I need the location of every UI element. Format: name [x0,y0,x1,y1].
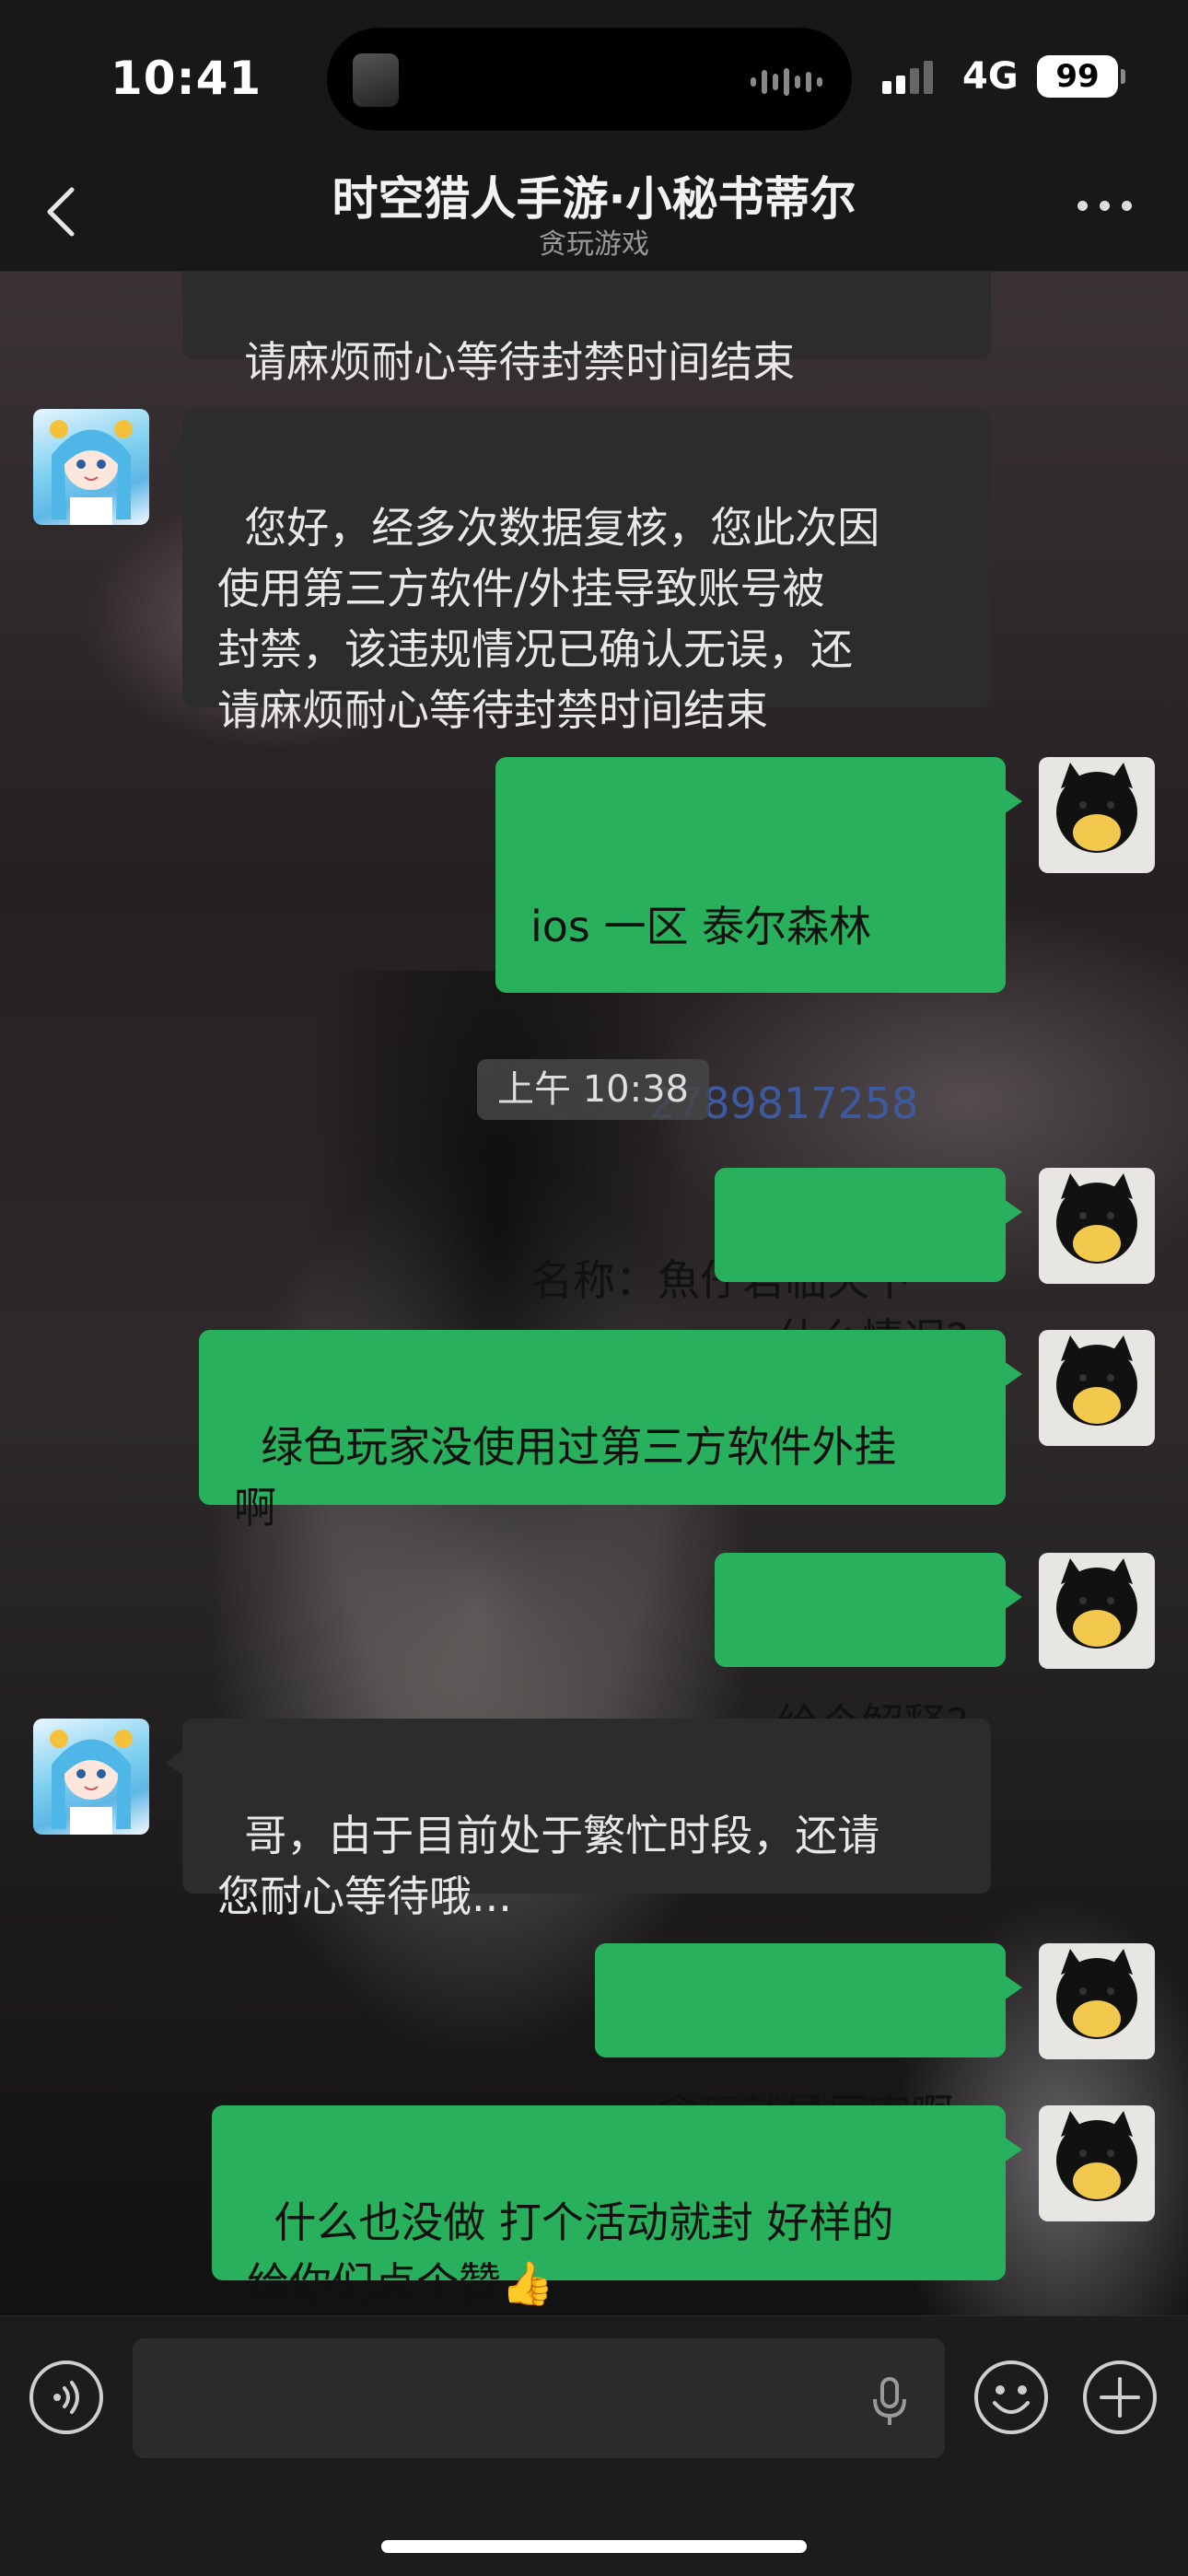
signal-icon [882,61,933,94]
chat-header: 时空猎人手游·小秘书蒂尔 贪玩游戏 [0,157,1188,272]
message-bubble-outgoing[interactable]: ios 一区 泰尔森林 UID：2789817258 名称：魚仔君临天下 [495,757,1022,1305]
network-type: 4G [962,55,1019,98]
user-avatar[interactable] [1039,1168,1155,1284]
dynamic-island[interactable] [327,28,852,131]
user-avatar[interactable] [1039,1943,1155,2059]
status-bar: 10:41 4G 99 [0,0,1188,157]
plus-icon[interactable] [1081,2359,1159,2436]
home-indicator[interactable] [381,2540,807,2553]
message-bubble-incoming[interactable]: 请麻烦耐心等待封禁时间结束 [182,271,991,387]
user-avatar[interactable] [1039,757,1155,873]
message-input[interactable] [133,2338,945,2458]
now-playing-thumbnail [353,53,399,107]
message-bubble-outgoing[interactable]: 给个解释? [715,1553,1022,1749]
emoji-icon[interactable] [973,2359,1050,2436]
user-avatar[interactable] [1039,1553,1155,1669]
more-dots-icon[interactable] [1077,201,1132,211]
message-bubble-incoming[interactable]: 哥，由于目前处于繁忙时段，还请 您耐心等待哦... [166,1719,991,1921]
bot-avatar[interactable] [33,1719,149,1835]
voice-icon[interactable] [28,2359,105,2436]
user-avatar[interactable] [1039,2105,1155,2221]
message-bubble-outgoing[interactable]: 绿色玩家没使用过第三方软件外挂 啊 [199,1330,1022,1533]
bot-avatar[interactable] [33,409,149,525]
message-bubble-outgoing[interactable]: 贪玩就是厉害啊 [595,1943,1022,2139]
status-time: 10:41 [111,52,262,105]
message-bubble-outgoing[interactable]: 什么情况? [715,1168,1022,1364]
message-bubble-outgoing[interactable]: 什么也没做 打个活动就封 好样的 给你们点个赞👍 [212,2105,1022,2308]
message-timestamp: 上午 10:38 [477,1059,709,1120]
chat-subtitle: 贪玩游戏 [539,228,649,261]
input-bar [0,2315,1188,2576]
user-avatar[interactable] [1039,1330,1155,1446]
chat-title: 时空猎人手游·小秘书蒂尔 [332,172,856,226]
battery-icon: 99 [1037,55,1118,98]
audio-wave-icon [751,68,822,96]
message-bubble-incoming[interactable]: 您好，经多次数据复核，您此次因 使用第三方软件/外挂导致账号被 封禁，该违规情况… [166,409,991,735]
microphone-icon[interactable] [871,2375,908,2427]
